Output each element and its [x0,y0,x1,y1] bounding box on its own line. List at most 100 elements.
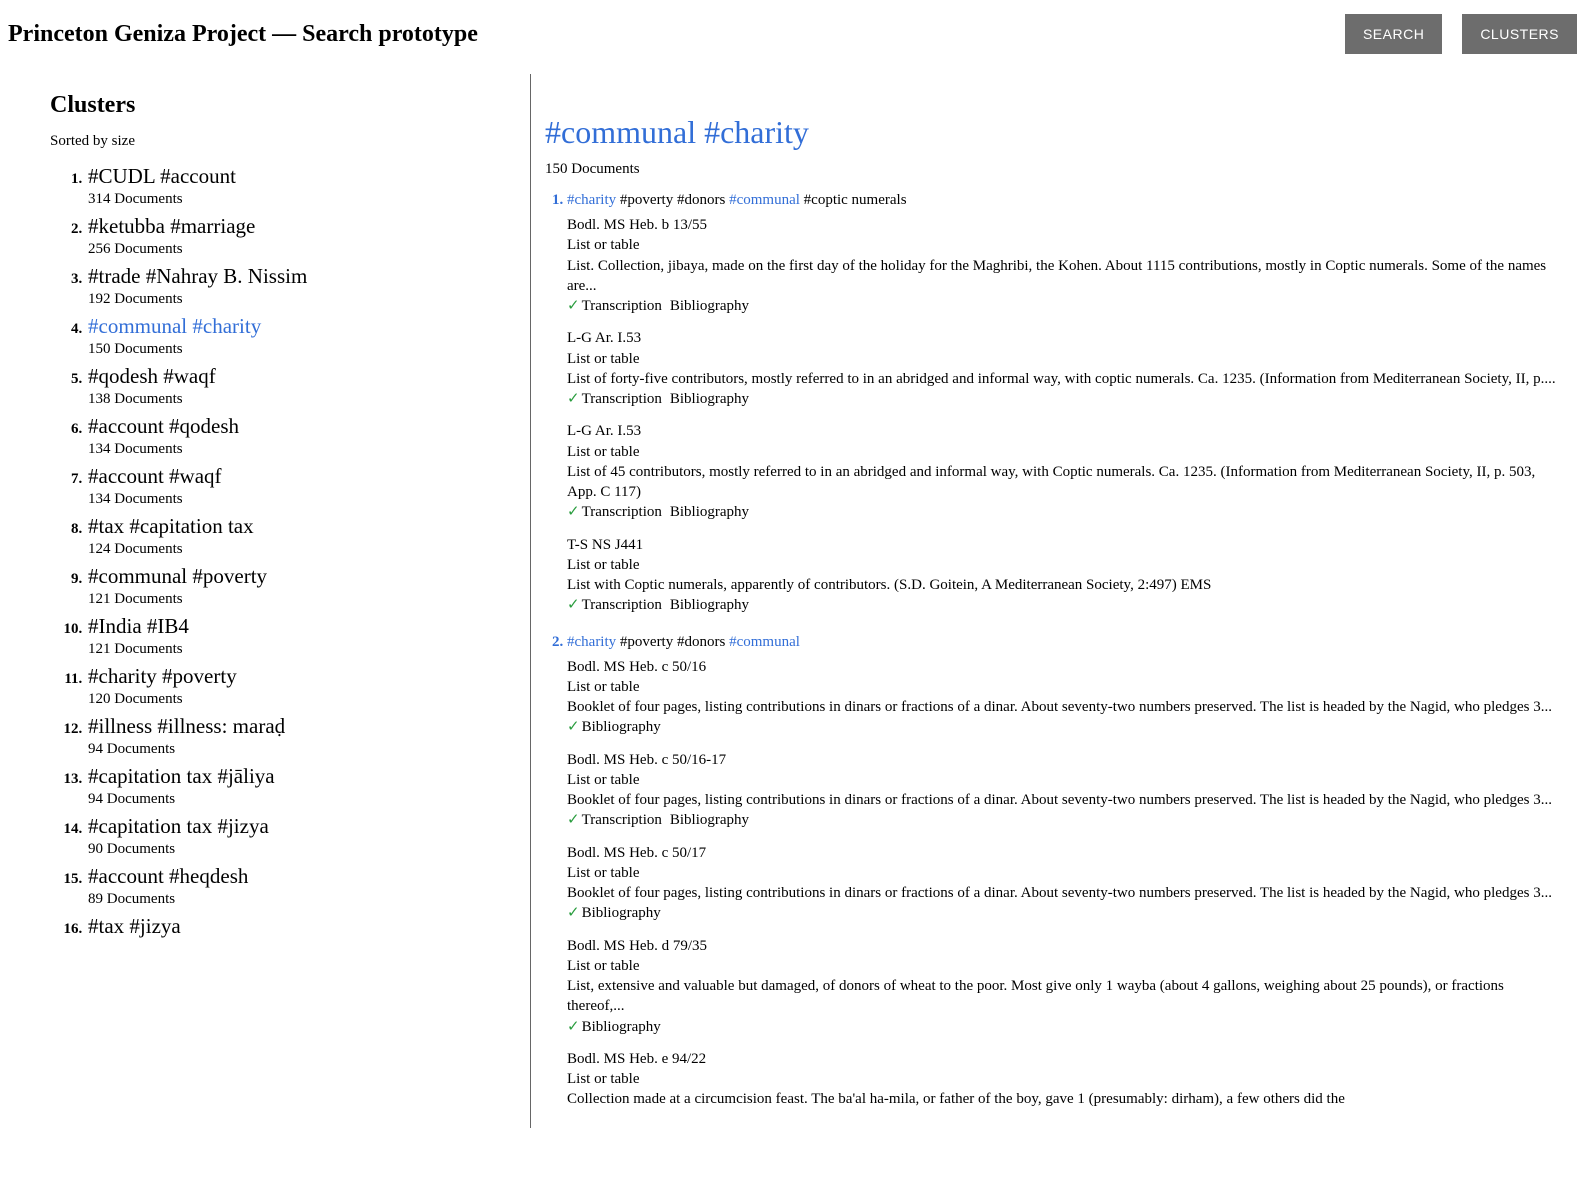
cluster-count: 314 Documents [88,191,530,208]
detail-title: #communal #charity [545,114,1557,151]
doc-description: Booklet of four pages, listing contribut… [567,790,1557,810]
clusters-heading: Clusters [50,92,530,119]
cluster-count: 124 Documents [88,541,530,558]
result-tags: #charity #poverty #donors #communal [567,634,800,650]
cluster-count: 138 Documents [88,391,530,408]
cluster-count: 89 Documents [88,891,530,908]
tag-link[interactable]: #charity [567,634,616,650]
tag-link[interactable]: #communal [729,634,800,650]
tag-text: #poverty [620,192,673,208]
doc-description: List, extensive and valuable but damaged… [567,976,1557,1017]
doc-meta: ✓Transcription Bibliography [567,595,1557,615]
document-entry: Bodl. MS Heb. c 50/16-17List or tableBoo… [567,750,1557,831]
doc-type: List or table [567,349,1557,369]
doc-type: List or table [567,956,1557,976]
doc-description: List with Coptic numerals, apparently of… [567,575,1557,595]
cluster-link[interactable]: #account #heqdesh [88,864,530,889]
cluster-item: #communal #charity 150 Documents [86,314,530,358]
check-icon: ✓ [567,1019,580,1035]
cluster-link[interactable]: #trade #Nahray B. Nissim [88,264,530,289]
cluster-link[interactable]: #capitation tax #jizya [88,814,530,839]
cluster-link[interactable]: #communal #charity [88,314,530,339]
doc-meta: ✓Bibliography [567,717,1557,737]
doc-type: List or table [567,555,1557,575]
cluster-item: #India #IB4121 Documents [86,614,530,658]
tag-link[interactable]: #charity [567,192,616,208]
cluster-link[interactable]: #qodesh #waqf [88,364,530,389]
doc-type: List or table [567,863,1557,883]
doc-shelfmark: Bodl. MS Heb. e 94/22 [567,1049,1557,1069]
doc-meta-item: Bibliography [582,719,661,735]
search-button[interactable]: SEARCH [1345,14,1442,54]
cluster-item: #account #qodesh 134 Documents [86,414,530,458]
check-icon: ✓ [567,812,580,828]
cluster-link[interactable]: #account #qodesh [88,414,530,439]
doc-shelfmark: Bodl. MS Heb. d 79/35 [567,936,1557,956]
check-icon: ✓ [567,298,580,314]
cluster-item: #communal #poverty121 Documents [86,564,530,608]
cluster-link[interactable]: #capitation tax #jāliya [88,764,530,789]
cluster-link[interactable]: #account #waqf [88,464,530,489]
cluster-item: #capitation tax #jizya 90 Documents [86,814,530,858]
cluster-item: #trade #Nahray B. Nissim192 Documents [86,264,530,308]
document-entry: Bodl. MS Heb. b 13/55List or tableList. … [567,215,1557,316]
tag-text: #coptic numerals [804,192,907,208]
cluster-link[interactable]: #illness #illness: maraḍ [88,714,530,739]
tag-text: #donors [677,634,725,650]
doc-meta: ✓TranscriptionBibliography [567,502,1557,522]
result-item: #charity #poverty #donors #communal Bodl… [567,634,1557,1110]
cluster-link[interactable]: #ketubba #marriage [88,214,530,239]
cluster-link[interactable]: #tax #capitation tax [88,514,530,539]
cluster-item: #ketubba #marriage256 Documents [86,214,530,258]
cluster-link[interactable]: #CUDL #account [88,164,530,189]
doc-meta-item: Transcription [582,504,662,520]
cluster-link[interactable]: #India #IB4 [88,614,530,639]
cluster-count: 150 Documents [88,341,530,358]
cluster-count: 90 Documents [88,841,530,858]
doc-meta: ✓Bibliography [567,1017,1557,1037]
cluster-item: #account #heqdesh 89 Documents [86,864,530,908]
sort-label: Sorted by size [50,133,530,150]
document-entry: Bodl. MS Heb. c 50/17List or tableBookle… [567,843,1557,924]
cluster-count: 94 Documents [88,741,530,758]
doc-meta-item: Transcription [582,812,662,828]
check-icon: ✓ [567,391,580,407]
doc-meta: ✓Transcription Bibliography [567,296,1557,316]
doc-description: Booklet of four pages, listing contribut… [567,883,1557,903]
result-tags: #charity #poverty #donors #communal #cop… [567,192,907,208]
tag-link[interactable]: #communal [729,192,800,208]
cluster-item: #illness #illness: maraḍ 94 Documents [86,714,530,758]
check-icon: ✓ [567,597,580,613]
doc-shelfmark: Bodl. MS Heb. c 50/16-17 [567,750,1557,770]
result-item: #charity #poverty #donors #communal #cop… [567,192,1557,616]
doc-meta: ✓Transcription Bibliography [567,810,1557,830]
doc-meta-item: Bibliography [670,298,749,314]
cluster-count: 134 Documents [88,441,530,458]
doc-type: List or table [567,442,1557,462]
tag-text: #poverty [620,634,673,650]
doc-meta-item: Bibliography [670,597,749,613]
tag-text: #donors [677,192,725,208]
cluster-link[interactable]: #tax #jizya [88,914,530,939]
cluster-item: #qodesh #waqf 138 Documents [86,364,530,408]
doc-meta-item: Bibliography [670,812,749,828]
doc-meta: ✓Bibliography [567,903,1557,923]
check-icon: ✓ [567,504,580,520]
doc-meta-item: Transcription [582,391,662,407]
doc-description: List of 45 contributors, mostly referred… [567,462,1557,503]
doc-shelfmark: Bodl. MS Heb. c 50/17 [567,843,1557,863]
cluster-item: #CUDL #account 314 Documents [86,164,530,208]
doc-type: List or table [567,770,1557,790]
cluster-link[interactable]: #charity #poverty [88,664,530,689]
cluster-link[interactable]: #communal #poverty [88,564,530,589]
doc-meta-item: Transcription [582,597,662,613]
doc-meta-item: Transcription [582,298,662,314]
document-entry: Bodl. MS Heb. e 94/22List or tableCollec… [567,1049,1557,1110]
cluster-count: 94 Documents [88,791,530,808]
clusters-button[interactable]: CLUSTERS [1462,14,1577,54]
doc-type: List or table [567,677,1557,697]
doc-meta-item: Bibliography [670,391,749,407]
document-entry: L-G Ar. I.53List or tableList of forty-f… [567,328,1557,409]
page-title: Princeton Geniza Project — Search protot… [8,21,478,48]
doc-meta-item: Bibliography [582,905,661,921]
